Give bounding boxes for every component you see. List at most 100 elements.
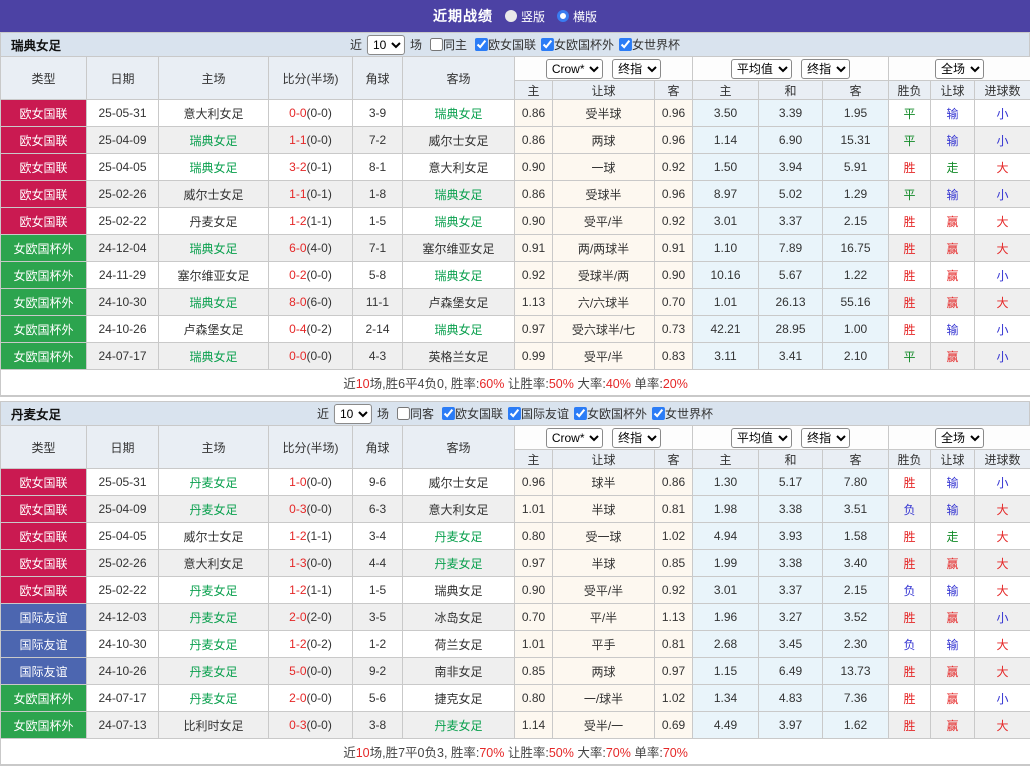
match-type-badge: 欧女国联 bbox=[1, 496, 87, 523]
match-type-badge: 国际友谊 bbox=[1, 631, 87, 658]
halftime-score: (2-0) bbox=[307, 610, 332, 624]
full-match-select[interactable]: 全场 bbox=[935, 428, 984, 448]
fulltime-score: 1-1 bbox=[289, 187, 306, 201]
col-header-date: 日期 bbox=[87, 426, 159, 469]
match-date: 24-10-30 bbox=[87, 289, 159, 316]
corner-score: 6-3 bbox=[353, 496, 403, 523]
fulltime-score: 1-2 bbox=[289, 214, 306, 228]
near-count-select[interactable]: 10 bbox=[334, 404, 372, 424]
average-select[interactable]: 平均值 bbox=[731, 59, 792, 79]
match-score: 1-2(1-1) bbox=[269, 523, 353, 550]
avg-home-odds: 8.97 bbox=[693, 181, 759, 208]
handicap-home-odds: 0.80 bbox=[515, 523, 553, 550]
avg-away-odds: 3.51 bbox=[823, 496, 889, 523]
corner-score: 1-2 bbox=[353, 631, 403, 658]
league-checkbox-text: 女世界杯 bbox=[665, 405, 713, 422]
league-checkbox[interactable] bbox=[541, 38, 554, 51]
match-type-badge: 欧女国联 bbox=[1, 469, 87, 496]
fulltime-score: 6-0 bbox=[289, 241, 306, 255]
corner-score: 1-5 bbox=[353, 577, 403, 604]
match-row: 女欧国杯外 24-07-17 瑞典女足 0-0(0-0) 4-3 英格兰女足 0… bbox=[1, 343, 1030, 370]
away-team: 瑞典女足 bbox=[403, 100, 515, 127]
radio-vertical-layout[interactable]: 竖版 bbox=[505, 8, 545, 25]
league-checkbox[interactable] bbox=[442, 407, 455, 420]
result-handicap: 输 bbox=[931, 631, 975, 658]
handicap-away-odds: 0.96 bbox=[655, 127, 693, 154]
league-checkbox[interactable] bbox=[475, 38, 488, 51]
handicap-away-odds: 0.69 bbox=[655, 712, 693, 739]
avg-away-odds: 1.29 bbox=[823, 181, 889, 208]
radio-horizontal-layout[interactable]: 横版 bbox=[557, 8, 597, 25]
match-row: 女欧国杯外 24-07-17 丹麦女足 2-0(0-0) 5-6 捷克女足 0.… bbox=[1, 685, 1030, 712]
result-goals: 小 bbox=[975, 343, 1030, 370]
crow-select[interactable]: Crow* bbox=[546, 428, 603, 448]
avg-home-odds: 1.15 bbox=[693, 658, 759, 685]
avg-away-odds: 1.62 bbox=[823, 712, 889, 739]
league-checkbox-label[interactable]: 欧女国联 bbox=[475, 36, 536, 53]
corner-score: 3-9 bbox=[353, 100, 403, 127]
league-checkbox[interactable] bbox=[619, 38, 632, 51]
league-checkbox-label[interactable]: 女欧国杯外 bbox=[574, 405, 647, 422]
radio-vertical-label: 竖版 bbox=[521, 8, 545, 25]
home-team: 比利时女足 bbox=[159, 712, 269, 739]
handicap-group-header: Crow* 终指 bbox=[515, 426, 693, 450]
summary-cell: 近10场,胜6平4负0, 胜率:60% 让胜率:50% 大率:40% 单率:20… bbox=[1, 370, 1030, 396]
match-type-badge: 欧女国联 bbox=[1, 154, 87, 181]
league-checkbox[interactable] bbox=[574, 407, 587, 420]
result-handicap: 输 bbox=[931, 469, 975, 496]
avg-draw-odds: 5.02 bbox=[759, 181, 823, 208]
subcol-avg-draw: 和 bbox=[759, 81, 823, 100]
col-header-away: 客场 bbox=[403, 426, 515, 469]
final-index-select[interactable]: 终指 bbox=[612, 59, 661, 79]
league-checkbox-label[interactable]: 女欧国杯外 bbox=[541, 36, 614, 53]
result-handicap: 赢 bbox=[931, 712, 975, 739]
result-goals: 大 bbox=[975, 577, 1030, 604]
avg-away-odds: 5.91 bbox=[823, 154, 889, 181]
match-type-badge: 欧女国联 bbox=[1, 127, 87, 154]
col-header-away: 客场 bbox=[403, 57, 515, 100]
league-checkbox-label[interactable]: 欧女国联 bbox=[442, 405, 503, 422]
match-score: 0-0(0-0) bbox=[269, 100, 353, 127]
subcol-winlose: 胜负 bbox=[889, 450, 931, 469]
same-venue-checkbox[interactable] bbox=[430, 38, 443, 51]
handicap-away-odds: 1.02 bbox=[655, 685, 693, 712]
result-goals: 小 bbox=[975, 685, 1030, 712]
fulltime-score: 0-3 bbox=[289, 718, 306, 732]
match-score: 1-2(0-2) bbox=[269, 631, 353, 658]
same-venue-checkbox[interactable] bbox=[397, 407, 410, 420]
subcol-winlose: 胜负 bbox=[889, 81, 931, 100]
result-goals: 大 bbox=[975, 712, 1030, 739]
final-index-select-2[interactable]: 终指 bbox=[801, 59, 850, 79]
same-venue-checkbox-label[interactable]: 同客 bbox=[397, 405, 434, 422]
handicap-away-odds: 0.85 bbox=[655, 550, 693, 577]
full-match-select[interactable]: 全场 bbox=[935, 59, 984, 79]
final-index-select-2[interactable]: 终指 bbox=[801, 428, 850, 448]
match-row: 欧女国联 25-04-09 丹麦女足 0-3(0-0) 6-3 意大利女足 1.… bbox=[1, 496, 1030, 523]
crow-select[interactable]: Crow* bbox=[546, 59, 603, 79]
league-checkbox-label[interactable]: 国际友谊 bbox=[508, 405, 569, 422]
match-date: 24-12-04 bbox=[87, 235, 159, 262]
corner-score: 5-6 bbox=[353, 685, 403, 712]
handicap-away-odds: 0.91 bbox=[655, 235, 693, 262]
fulltime-score: 2-0 bbox=[289, 610, 306, 624]
home-team: 瑞典女足 bbox=[159, 289, 269, 316]
avg-away-odds: 7.36 bbox=[823, 685, 889, 712]
near-count-select[interactable]: 10 bbox=[367, 35, 405, 55]
match-row: 欧女国联 25-04-09 瑞典女足 1-1(0-0) 7-2 威尔士女足 0.… bbox=[1, 127, 1030, 154]
final-index-select[interactable]: 终指 bbox=[612, 428, 661, 448]
average-select[interactable]: 平均值 bbox=[731, 428, 792, 448]
summary-segment: 10 bbox=[356, 746, 370, 760]
corner-score: 8-1 bbox=[353, 154, 403, 181]
result-goals: 大 bbox=[975, 235, 1030, 262]
same-venue-checkbox-label[interactable]: 同主 bbox=[430, 36, 467, 53]
league-checkbox-label[interactable]: 女世界杯 bbox=[652, 405, 713, 422]
col-header-type: 类型 bbox=[1, 57, 87, 100]
away-team: 英格兰女足 bbox=[403, 343, 515, 370]
handicap-home-odds: 0.86 bbox=[515, 100, 553, 127]
league-checkbox[interactable] bbox=[508, 407, 521, 420]
corner-score: 5-8 bbox=[353, 262, 403, 289]
league-checkbox-label[interactable]: 女世界杯 bbox=[619, 36, 680, 53]
match-score: 1-2(1-1) bbox=[269, 577, 353, 604]
league-checkbox[interactable] bbox=[652, 407, 665, 420]
corner-score: 1-8 bbox=[353, 181, 403, 208]
